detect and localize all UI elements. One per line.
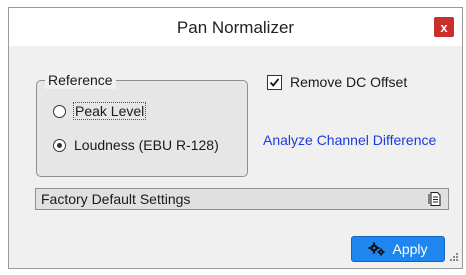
radio-label-peak: Peak Level bbox=[72, 102, 147, 120]
radio-label-loudness: Loudness (EBU R-128) bbox=[74, 137, 219, 153]
pan-normalizer-dialog: Pan Normalizer x Reference Peak Level Lo… bbox=[8, 7, 463, 269]
reference-legend: Reference bbox=[45, 71, 116, 89]
preset-menu-icon[interactable] bbox=[428, 191, 442, 210]
dialog-title: Pan Normalizer bbox=[176, 18, 295, 37]
preset-selector[interactable]: Factory Default Settings bbox=[35, 188, 449, 210]
close-icon: x bbox=[440, 19, 448, 35]
reference-group: Reference Peak Level Loudness (EBU R-128… bbox=[36, 71, 248, 177]
checkbox-box[interactable] bbox=[267, 74, 282, 90]
apply-button[interactable]: Apply bbox=[351, 236, 445, 262]
radio-loudness[interactable]: Loudness (EBU R-128) bbox=[53, 137, 219, 153]
remove-dc-offset-checkbox[interactable]: Remove DC Offset bbox=[267, 74, 407, 90]
radio-peak-level[interactable]: Peak Level bbox=[53, 102, 147, 120]
gears-icon bbox=[368, 242, 386, 256]
close-button[interactable]: x bbox=[434, 17, 454, 37]
checkmark-icon bbox=[269, 77, 280, 87]
radio-button-loudness[interactable] bbox=[53, 138, 66, 152]
apply-label: Apply bbox=[392, 241, 428, 257]
analyze-channel-difference-link[interactable]: Analyze Channel Difference bbox=[263, 132, 436, 148]
remove-dc-offset-label: Remove DC Offset bbox=[290, 74, 408, 90]
preset-value: Factory Default Settings bbox=[41, 191, 191, 207]
resize-grip-icon[interactable] bbox=[449, 249, 459, 265]
title-bar[interactable]: Pan Normalizer x bbox=[9, 8, 462, 46]
radio-button-peak[interactable] bbox=[53, 104, 66, 118]
